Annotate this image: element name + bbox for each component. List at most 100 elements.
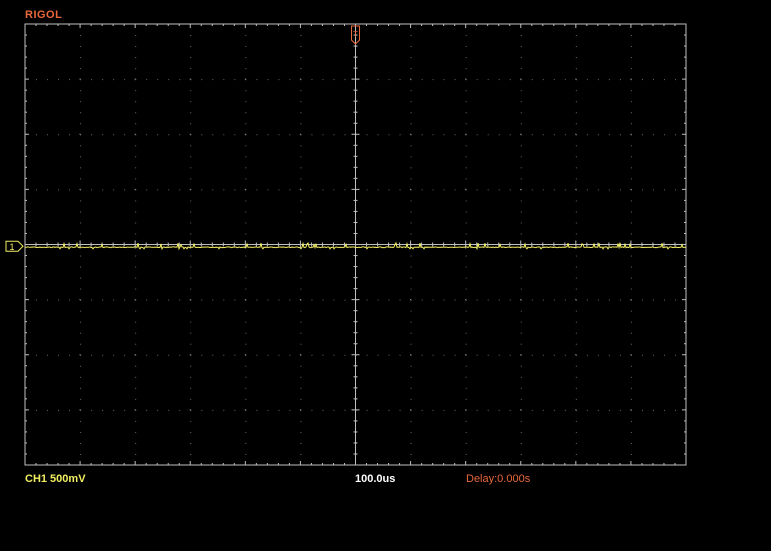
grid-minor-dot [135, 354, 137, 356]
grid-minor-dot [531, 354, 533, 356]
grid-minor-dot [300, 255, 302, 257]
grid-minor-dot [410, 453, 412, 455]
grid-minor-dot [564, 299, 566, 301]
grid-minor-dot [575, 299, 577, 301]
grid-minor-dot [300, 222, 302, 224]
grid-minor-dot [146, 354, 148, 356]
grid-minor-dot [135, 299, 137, 301]
grid-minor-dot [476, 134, 478, 136]
grid-minor-dot [630, 387, 632, 389]
grid-minor-dot [663, 409, 665, 411]
grid-minor-dot [465, 134, 467, 136]
grid-minor-dot [146, 409, 148, 411]
grid-minor-dot [465, 431, 467, 433]
grid-minor-dot [245, 68, 247, 70]
grid-minor-dot [278, 134, 280, 136]
grid-minor-dot [520, 233, 522, 235]
grid-minor-dot [575, 178, 577, 180]
grid-minor-dot [333, 299, 335, 301]
grid-minor-dot [630, 156, 632, 158]
grid-minor-dot [333, 189, 335, 191]
grid-minor-dot [135, 189, 137, 191]
grid-minor-dot [575, 255, 577, 257]
grid-minor-dot [630, 211, 632, 213]
grid-minor-dot [157, 189, 159, 191]
grid-minor-dot [520, 332, 522, 334]
grid-minor-dot [113, 134, 115, 136]
grid-minor-dot [80, 211, 82, 213]
grid-minor-dot [630, 409, 632, 411]
grid-minor-dot [553, 79, 555, 81]
grid-minor-dot [509, 354, 511, 356]
grid-minor-dot [432, 189, 434, 191]
grid-minor-dot [575, 354, 577, 356]
grid-minor-dot [69, 409, 71, 411]
grid-minor-dot [487, 134, 489, 136]
grid-minor-dot [674, 79, 676, 81]
grid-minor-dot [223, 79, 225, 81]
grid-minor-dot [597, 354, 599, 356]
grid-minor-dot [190, 200, 192, 202]
svg-text:T: T [353, 30, 358, 39]
grid-minor-dot [641, 189, 643, 191]
grid-minor-dot [630, 343, 632, 345]
grid-minor-dot [245, 398, 247, 400]
grid-minor-dot [520, 343, 522, 345]
grid-minor-dot [58, 79, 60, 81]
grid-minor-dot [410, 266, 412, 268]
grid-minor-dot [300, 200, 302, 202]
grid-minor-dot [113, 409, 115, 411]
grid-minor-dot [520, 431, 522, 433]
grid-minor-dot [465, 35, 467, 37]
grid-minor-dot [542, 354, 544, 356]
grid-minor-dot [410, 277, 412, 279]
grid-minor-dot [80, 266, 82, 268]
grid-minor-dot [366, 409, 368, 411]
grid-minor-dot [344, 79, 346, 81]
grid-minor-dot [300, 101, 302, 103]
grid-minor-dot [520, 167, 522, 169]
grid-minor-dot [69, 79, 71, 81]
grid-minor-dot [674, 409, 676, 411]
grid-minor-dot [168, 189, 170, 191]
grid-minor-dot [443, 79, 445, 81]
grid-minor-dot [465, 200, 467, 202]
channel-1-level-icon[interactable]: 1 [5, 240, 24, 252]
grid-minor-dot [300, 123, 302, 125]
grid-minor-dot [245, 189, 247, 191]
grid-minor-dot [135, 79, 137, 81]
grid-minor-dot [190, 101, 192, 103]
grid-minor-dot [47, 299, 49, 301]
grid-minor-dot [575, 409, 577, 411]
grid-minor-dot [630, 442, 632, 444]
grid-minor-dot [190, 442, 192, 444]
grid-minor-dot [366, 299, 368, 301]
grid-minor-dot [410, 387, 412, 389]
grid-minor-dot [465, 453, 467, 455]
grid-minor-dot [575, 233, 577, 235]
grid-minor-dot [542, 189, 544, 191]
grid-minor-dot [245, 255, 247, 257]
grid-minor-dot [509, 409, 511, 411]
grid-minor-dot [630, 101, 632, 103]
grid-minor-dot [410, 343, 412, 345]
grid-minor-dot [465, 321, 467, 323]
grid-minor-dot [520, 79, 522, 81]
grid-minor-dot [58, 299, 60, 301]
grid-minor-dot [410, 233, 412, 235]
grid-minor-dot [619, 79, 621, 81]
grid-minor-dot [487, 354, 489, 356]
grid-minor-dot [322, 299, 324, 301]
grid-minor-dot [157, 354, 159, 356]
grid-minor-dot [300, 35, 302, 37]
grid-minor-dot [69, 134, 71, 136]
grid-minor-dot [520, 101, 522, 103]
grid-minor-dot [190, 189, 192, 191]
grid-minor-dot [498, 134, 500, 136]
grid-minor-dot [531, 299, 533, 301]
grid-minor-dot [190, 376, 192, 378]
grid-minor-dot [267, 409, 269, 411]
grid-minor-dot [410, 409, 412, 411]
grid-minor-dot [410, 46, 412, 48]
grid-minor-dot [399, 134, 401, 136]
